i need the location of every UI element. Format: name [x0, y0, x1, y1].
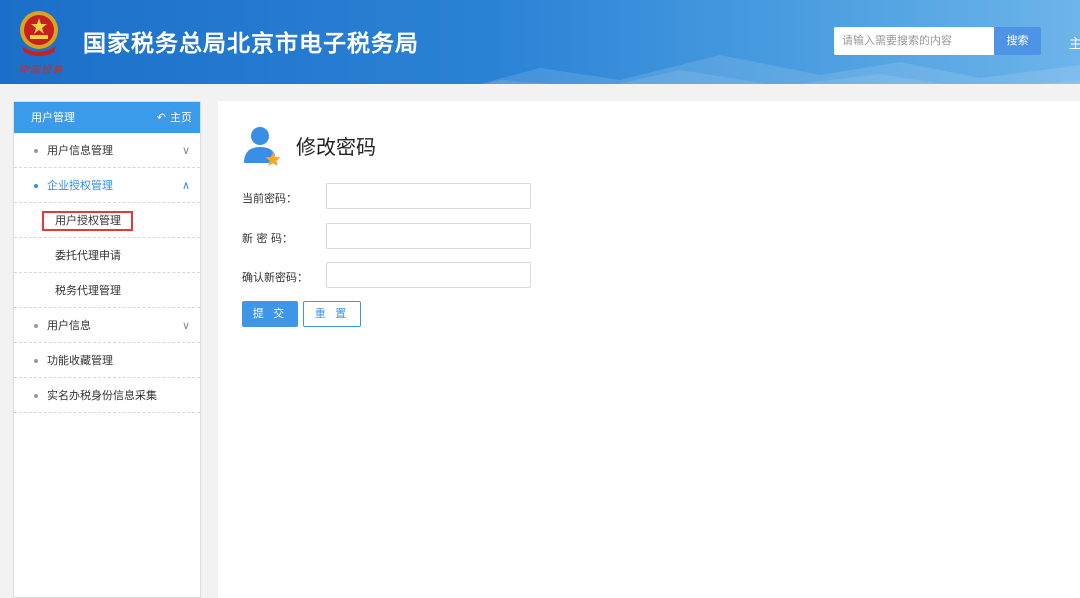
sidebar-item-user-info[interactable]: 用户信息 ∨: [14, 308, 200, 343]
sidebar-subitem-label: 用户授权管理: [55, 214, 121, 227]
sidebar-item-label: 实名办税身份信息采集: [47, 389, 157, 402]
main-panel: 修改密码 当前密码： 新 密 码： 确认新密码： 提 交 重 置: [218, 101, 1080, 598]
sidebar-subitem-label: 税务代理管理: [55, 284, 121, 297]
signature-logo: 中国税务: [19, 65, 63, 76]
confirm-password-input[interactable]: [326, 262, 531, 288]
user-star-icon: [244, 127, 281, 166]
sidebar-item-label: 用户信息管理: [47, 144, 113, 157]
sidebar-home-link[interactable]: ↶ 主页: [157, 102, 192, 133]
sidebar: 用户管理 ↶ 主页 用户信息管理 ∨ 企业授权管理 ∧ 用户授权管理 委托代理申请…: [13, 101, 201, 598]
new-password-input[interactable]: [326, 223, 531, 249]
submit-button[interactable]: 提 交: [242, 301, 298, 327]
search-button[interactable]: 搜索: [994, 27, 1041, 55]
bullet-icon: [34, 394, 38, 398]
sidebar-item-label: 用户信息: [47, 319, 91, 332]
new-password-label: 新 密 码：: [242, 232, 293, 245]
sidebar-item-label: 功能收藏管理: [47, 354, 113, 367]
highlight-box: 用户授权管理: [42, 211, 133, 231]
sidebar-subitem-tax-agency-management[interactable]: 税务代理管理: [14, 273, 200, 308]
sidebar-subitem-user-authorization[interactable]: 用户授权管理: [14, 203, 200, 238]
bullet-icon: [34, 324, 38, 328]
chevron-down-icon: ∨: [181, 319, 190, 332]
page-title: 修改密码: [296, 135, 376, 159]
sidebar-item-favorites-management[interactable]: 功能收藏管理: [14, 343, 200, 378]
current-password-label: 当前密码：: [242, 192, 297, 205]
sidebar-subitem-delegation-application[interactable]: 委托代理申请: [14, 238, 200, 273]
bullet-icon: [34, 359, 38, 363]
chevron-up-icon: ∧: [181, 179, 190, 192]
header-home-link[interactable]: 主: [1069, 33, 1080, 52]
sidebar-header: 用户管理 ↶ 主页: [14, 102, 200, 133]
site-title: 国家税务总局北京市电子税务局: [83, 31, 419, 57]
bullet-icon: [34, 184, 38, 188]
sidebar-item-label: 企业授权管理: [47, 179, 113, 192]
sidebar-subitem-label: 委托代理申请: [55, 249, 121, 262]
search-input[interactable]: 请输入需要搜索的内容: [834, 27, 994, 55]
national-emblem-icon: [20, 11, 58, 56]
confirm-password-label: 确认新密码：: [242, 271, 308, 284]
sidebar-title: 用户管理: [31, 111, 75, 124]
reset-button[interactable]: 重 置: [303, 301, 361, 327]
sidebar-item-real-name-identity[interactable]: 实名办税身份信息采集: [14, 378, 200, 413]
current-password-input[interactable]: [326, 183, 531, 209]
site-header: 中国税务 国家税务总局北京市电子税务局 请输入需要搜索的内容 搜索 主: [0, 0, 1080, 84]
sidebar-item-user-info-management[interactable]: 用户信息管理 ∨: [14, 133, 200, 168]
sidebar-home-label: 主页: [170, 111, 192, 124]
back-arrow-icon: ↶: [156, 111, 166, 124]
sidebar-item-enterprise-authorization[interactable]: 企业授权管理 ∧: [14, 168, 200, 203]
chevron-down-icon: ∨: [181, 144, 190, 157]
bullet-icon: [34, 149, 38, 153]
